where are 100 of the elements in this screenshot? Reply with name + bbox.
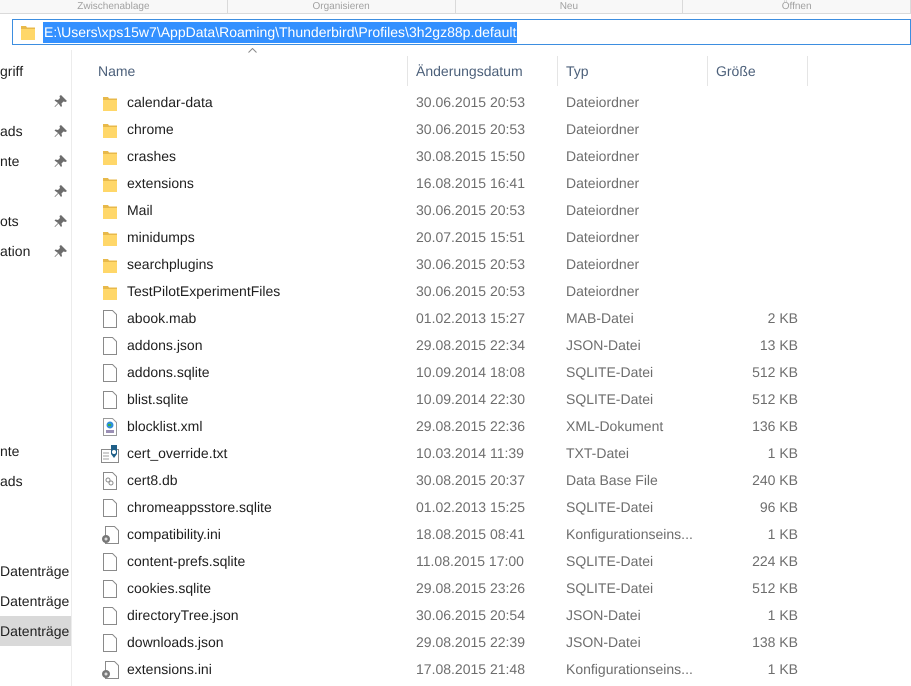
settings-document-icon: [101, 526, 119, 544]
file-type: Dateiordner: [565, 120, 640, 139]
address-path: E:\Users\xps15w7\AppData\Roaming\Thunderbird\Profiles\3h2gz88p.default: [43, 22, 518, 42]
pin-icon[interactable]: [54, 124, 67, 138]
ribbon-group-label: Neu: [560, 0, 578, 12]
navigation-label: Datenträge: [0, 592, 70, 611]
file-icon: [103, 498, 117, 516]
file-type: SQLITE-Datei: [565, 390, 654, 409]
file-name[interactable]: extensions: [127, 173, 194, 194]
file-type: JSON-Datei: [565, 633, 642, 652]
file-size: 96 KB: [760, 498, 798, 517]
pin-icon[interactable]: [54, 94, 67, 108]
modified-date: 29.08.2015 22:36: [415, 417, 526, 436]
modified-date: 30.08.2015 15:50: [415, 147, 526, 166]
navigation-label: Datenträge: [0, 562, 70, 581]
file-type: MAB-Datei: [565, 309, 635, 328]
file-size: 512 KB: [752, 390, 798, 409]
pin-icon[interactable]: [54, 184, 67, 198]
navigation-item[interactable]: Datenträge: [0, 616, 71, 646]
file-type: SQLITE-Datei: [565, 498, 654, 517]
file-type: JSON-Datei: [565, 336, 642, 355]
file-size: 1 KB: [768, 606, 798, 625]
sort-up-icon: [248, 48, 257, 53]
ribbon-group-label: Organisieren: [312, 0, 370, 12]
file-name[interactable]: blocklist.xml: [127, 416, 202, 437]
file-name[interactable]: addons.json: [127, 335, 203, 356]
column-header[interactable]: Änderungsdatum: [408, 56, 558, 86]
modified-date: 29.08.2015 22:34: [415, 336, 526, 355]
folder-icon: [103, 202, 117, 218]
file-size: 1 KB: [768, 660, 798, 679]
file-name[interactable]: addons.sqlite: [127, 362, 210, 383]
file-type: Dateiordner: [565, 255, 640, 274]
modified-date: 30.06.2015 20:53: [415, 255, 526, 274]
column-header[interactable]: Name: [90, 56, 408, 86]
settings-document-icon: [101, 660, 119, 678]
modified-date: 10.09.2014 22:30: [415, 390, 526, 409]
modified-date: 30.06.2015 20:53: [415, 201, 526, 220]
pin-icon[interactable]: [54, 154, 67, 168]
file-name[interactable]: downloads.json: [127, 632, 224, 653]
modified-date: 18.08.2015 08:41: [415, 525, 526, 544]
file-name[interactable]: abook.mab: [127, 308, 196, 329]
file-name[interactable]: calendar-data: [127, 92, 213, 113]
ribbon-group-label: Zwischenablage: [77, 0, 150, 12]
file-type: Dateiordner: [565, 282, 640, 301]
file-icon: [103, 552, 117, 570]
file-size: 512 KB: [752, 363, 798, 382]
pin-icon[interactable]: [54, 244, 67, 258]
file-name[interactable]: chrome: [127, 119, 174, 140]
modified-date: 16.08.2015 16:41: [415, 174, 526, 193]
file-size: 1 KB: [768, 525, 798, 544]
file-name[interactable]: directoryTree.json: [127, 605, 239, 626]
navigation-label: ots: [0, 212, 19, 230]
file-name[interactable]: crashes: [127, 146, 176, 167]
file-icon: [103, 606, 117, 624]
file-name[interactable]: Mail: [127, 200, 153, 221]
column-header[interactable]: Typ: [558, 56, 708, 86]
file-size: 512 KB: [752, 579, 798, 598]
file-name[interactable]: blist.sqlite: [127, 389, 188, 410]
modified-date: 10.09.2014 18:08: [415, 363, 526, 382]
folder-icon: [21, 24, 35, 40]
file-type: Dateiordner: [565, 174, 640, 193]
file-name[interactable]: searchplugins: [127, 254, 214, 275]
file-size: 1 KB: [768, 444, 798, 463]
modified-date: 30.06.2015 20:54: [415, 606, 526, 625]
folder-icon: [103, 176, 117, 192]
navigation-label: nte: [0, 152, 20, 170]
file-type: SQLITE-Datei: [565, 363, 654, 382]
modified-date: 10.03.2014 11:39: [415, 444, 525, 463]
file-name[interactable]: extensions.ini: [127, 659, 212, 680]
file-name[interactable]: minidumps: [127, 227, 195, 248]
file-name[interactable]: compatibility.ini: [127, 524, 221, 545]
file-name[interactable]: TestPilotExperimentFiles: [127, 281, 280, 302]
navigation-label: ads: [0, 472, 23, 490]
file-size: 2 KB: [768, 309, 798, 328]
modified-date: 17.08.2015 21:48: [415, 660, 526, 679]
file-type: SQLITE-Datei: [565, 552, 654, 571]
modified-date: 30.06.2015 20:53: [415, 93, 526, 112]
file-name[interactable]: cert8.db: [127, 470, 178, 491]
folder-icon: [103, 94, 117, 110]
modified-date: 30.08.2015 20:37: [415, 471, 526, 490]
file-name[interactable]: chromeappsstore.sqlite: [127, 497, 272, 518]
navigation-label: ads: [0, 122, 23, 140]
ribbon-group-label: Öffnen: [782, 0, 812, 12]
navigation-label: Datenträge: [0, 622, 70, 641]
file-icon: [103, 336, 117, 354]
file-icon: [103, 310, 117, 328]
file-size: 136 KB: [752, 417, 798, 436]
folder-icon: [103, 256, 117, 272]
modified-date: 29.08.2015 23:26: [415, 579, 526, 598]
folder-icon: [103, 284, 117, 300]
navigation-label: nte: [0, 442, 20, 460]
file-name[interactable]: cookies.sqlite: [127, 578, 212, 599]
file-type: Dateiordner: [565, 201, 640, 220]
file-name[interactable]: cert_override.txt: [127, 443, 228, 464]
pin-icon[interactable]: [54, 214, 67, 228]
file-icon: [103, 390, 117, 408]
modified-date: 30.06.2015 20:53: [415, 282, 526, 301]
file-name[interactable]: content-prefs.sqlite: [127, 551, 246, 572]
column-header[interactable]: Größe: [708, 56, 808, 86]
file-type: Data Base File: [565, 471, 659, 490]
